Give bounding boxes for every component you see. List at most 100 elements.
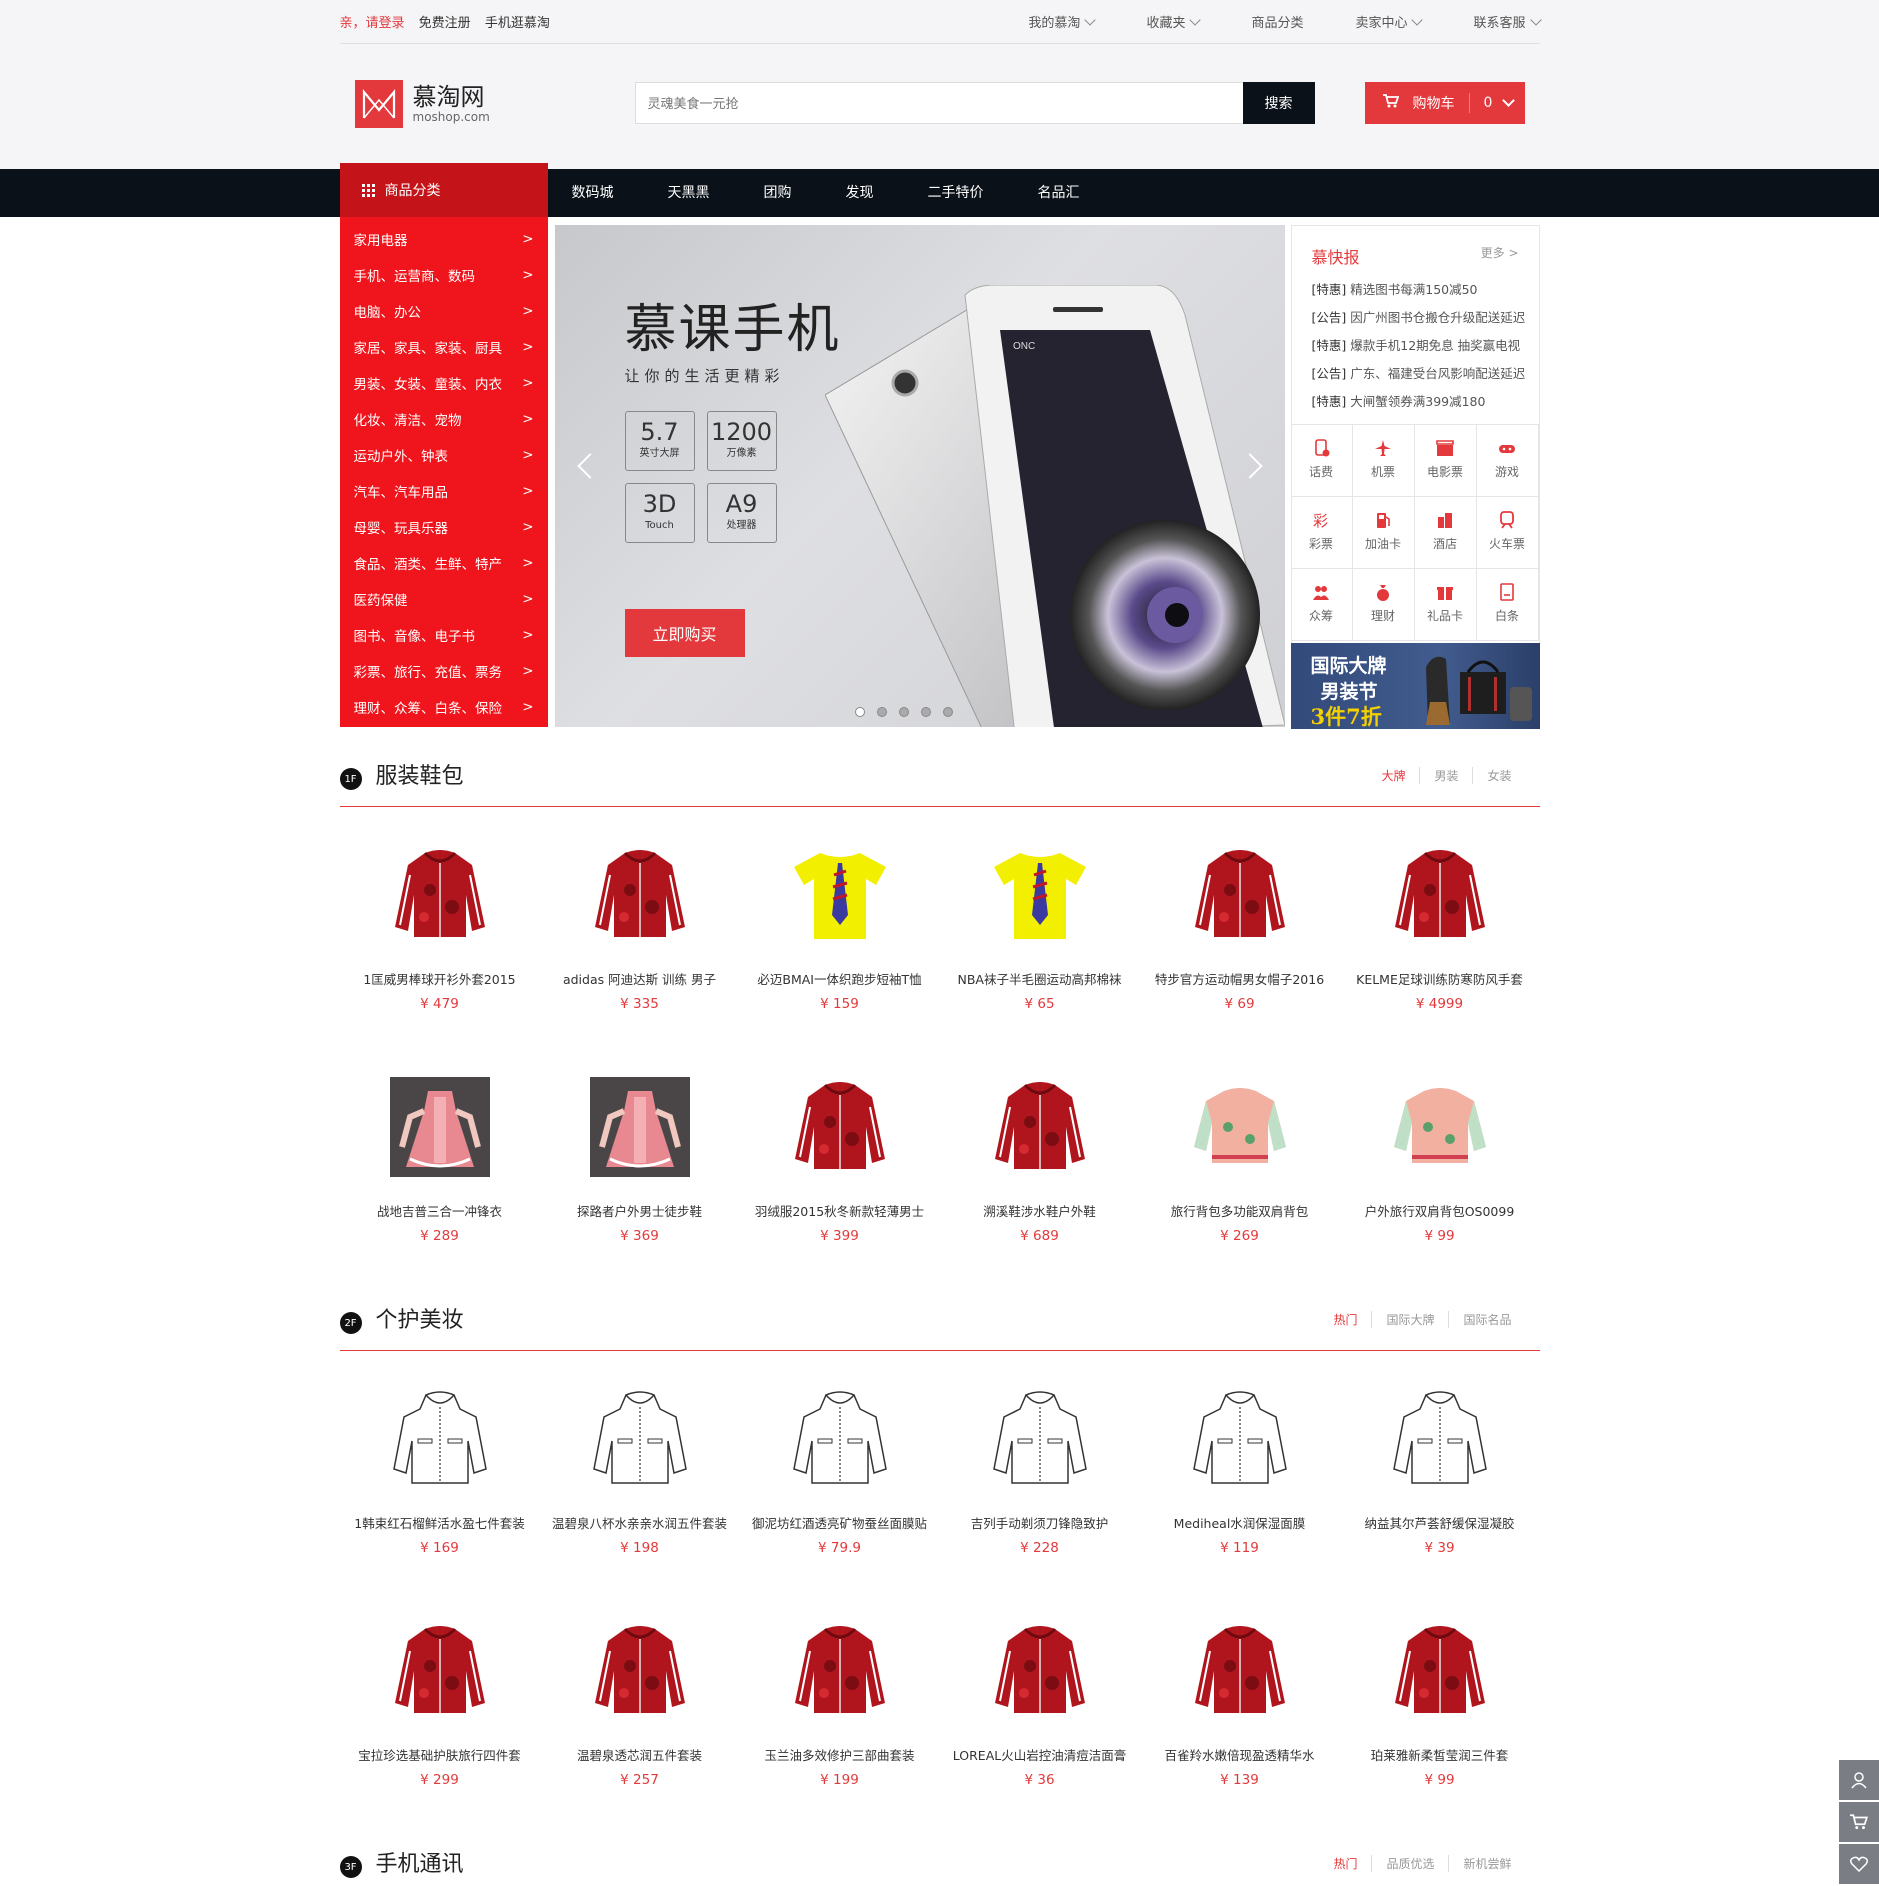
category-menu-header[interactable]: 商品分类 xyxy=(339,163,548,217)
category-item[interactable]: 化妆、清洁、宠物 > xyxy=(340,401,548,437)
product-card[interactable]: 必迈BMAI一体织跑步短袖T恤 ¥ 159 xyxy=(740,807,940,1039)
top-link-seller[interactable]: 卖家中心 xyxy=(1329,12,1424,31)
product-card[interactable]: NBA袜子半毛圈运动高邦棉袜 ¥ 65 xyxy=(940,807,1140,1039)
product-image[interactable] xyxy=(1180,835,1300,955)
product-image[interactable] xyxy=(1180,1379,1300,1499)
product-image[interactable] xyxy=(580,1379,700,1499)
promo-banner[interactable]: 国际大牌 男装节 3件7折 xyxy=(1290,643,1540,729)
product-name[interactable]: Mediheal水润保湿面膜 xyxy=(1140,1513,1340,1532)
category-item[interactable]: 理财、众筹、白条、保险 > xyxy=(340,689,548,725)
top-link-my-account[interactable]: 我的慕淘 xyxy=(1002,12,1097,31)
product-card[interactable]: 旅行背包多功能双肩背包 ¥ 269 xyxy=(1140,1039,1340,1271)
search-button[interactable]: 搜索 xyxy=(1242,82,1315,124)
product-name[interactable]: LOREAL火山岩控油清痘洁面膏 xyxy=(940,1745,1140,1764)
carousel-prev-icon[interactable] xyxy=(576,453,603,479)
product-image[interactable] xyxy=(1380,1067,1500,1187)
product-name[interactable]: 户外旅行双肩背包OS0099 xyxy=(1340,1201,1540,1220)
user-icon[interactable] xyxy=(1839,1760,1879,1800)
product-name[interactable]: 百雀羚水嫩倍现盈透精华水 xyxy=(1140,1745,1340,1764)
product-image[interactable] xyxy=(980,835,1100,955)
category-item[interactable]: 家居、家具、家装、厨具 > xyxy=(340,329,548,365)
product-image[interactable] xyxy=(1380,835,1500,955)
product-name[interactable]: 1匡威男棒球开衫外套2015 xyxy=(340,969,540,988)
product-image[interactable] xyxy=(780,1067,900,1187)
floor-tab[interactable]: 大牌 xyxy=(1367,767,1419,784)
product-card[interactable]: Mediheal水润保湿面膜 ¥ 119 xyxy=(1140,1351,1340,1583)
cart-icon[interactable] xyxy=(1839,1802,1879,1842)
cart-button[interactable]: 购物车 0 xyxy=(1364,82,1525,124)
news-item[interactable]: [公告] 广东、福建受台风影响配送延迟 xyxy=(1292,360,1539,388)
nav-item[interactable]: 天黑黑 xyxy=(668,169,710,217)
product-image[interactable] xyxy=(1180,1067,1300,1187)
news-item[interactable]: [公告] 因广州图书仓搬仓升级配送延迟 xyxy=(1292,304,1539,332)
floor-tab[interactable]: 品质优选 xyxy=(1371,1855,1448,1872)
floor-tab[interactable]: 热门 xyxy=(1319,1855,1371,1872)
product-card[interactable]: 特步官方运动帽男女帽子2016 ¥ 69 xyxy=(1140,807,1340,1039)
product-card[interactable]: 珀莱雅新柔皙莹润三件套 ¥ 99 xyxy=(1340,1583,1540,1815)
product-name[interactable]: 宝拉珍选基础护肤旅行四件套 xyxy=(340,1745,540,1764)
product-image[interactable] xyxy=(380,835,500,955)
news-item[interactable]: [特惠] 精选图书每满150减50 xyxy=(1292,276,1539,304)
category-item[interactable]: 手机、运营商、数码 > xyxy=(340,257,548,293)
service-item[interactable]: 理财 xyxy=(1352,569,1415,641)
product-card[interactable]: 宝拉珍选基础护肤旅行四件套 ¥ 299 xyxy=(340,1583,540,1815)
service-item[interactable]: 话费 xyxy=(1290,425,1353,497)
product-card[interactable]: 纳益其尔芦荟舒缓保湿凝胶 ¥ 39 xyxy=(1340,1351,1540,1583)
product-card[interactable]: 玉兰油多效修护三部曲套装 ¥ 199 xyxy=(740,1583,940,1815)
mobile-link[interactable]: 手机逛慕淘 xyxy=(485,16,550,31)
product-name[interactable]: 战地吉普三合一冲锋衣 xyxy=(340,1201,540,1220)
site-logo[interactable]: 慕淘网 moshop.com xyxy=(354,80,490,128)
carousel-dot[interactable] xyxy=(898,707,909,717)
product-card[interactable]: 1匡威男棒球开衫外套2015 ¥ 479 xyxy=(340,807,540,1039)
product-name[interactable]: 珀莱雅新柔皙莹润三件套 xyxy=(1340,1745,1540,1764)
category-item[interactable]: 汽车、汽车用品 > xyxy=(340,473,548,509)
product-name[interactable]: 温碧泉透芯润五件套装 xyxy=(540,1745,740,1764)
product-card[interactable]: 温碧泉透芯润五件套装 ¥ 257 xyxy=(540,1583,740,1815)
category-item[interactable]: 男装、女装、童装、内衣 > xyxy=(340,365,548,401)
search-input[interactable] xyxy=(634,82,1243,124)
product-name[interactable]: 必迈BMAI一体织跑步短袖T恤 xyxy=(740,969,940,988)
product-image[interactable] xyxy=(980,1611,1100,1731)
service-item[interactable]: 电影票 xyxy=(1414,425,1477,497)
service-item[interactable]: 机票 xyxy=(1352,425,1415,497)
product-card[interactable]: 百雀羚水嫩倍现盈透精华水 ¥ 139 xyxy=(1140,1583,1340,1815)
category-item[interactable]: 彩票、旅行、充值、票务 > xyxy=(340,653,548,689)
login-link[interactable]: 亲，请登录 xyxy=(340,16,405,31)
product-image[interactable] xyxy=(1180,1611,1300,1731)
heart-icon[interactable] xyxy=(1839,1844,1879,1884)
top-link-support[interactable]: 联系客服 xyxy=(1447,12,1542,31)
hero-carousel[interactable]: ONC 慕课手机 让你的生活更精彩 5.7 英寸大屏 1200 万像素 3D Touc… xyxy=(554,225,1285,727)
service-item[interactable]: 礼品卡 xyxy=(1414,569,1477,641)
service-item[interactable]: 游戏 xyxy=(1476,425,1539,497)
category-item[interactable]: 运动户外、钟表 > xyxy=(340,437,548,473)
product-card[interactable]: KELME足球训练防寒防风手套 ¥ 4999 xyxy=(1340,807,1540,1039)
product-card[interactable]: 溯溪鞋涉水鞋户外鞋 ¥ 689 xyxy=(940,1039,1140,1271)
product-card[interactable]: 战地吉普三合一冲锋衣 ¥ 289 xyxy=(340,1039,540,1271)
product-card[interactable]: 户外旅行双肩背包OS0099 ¥ 99 xyxy=(1340,1039,1540,1271)
news-item[interactable]: [特惠] 大闸蟹领券满399减180 xyxy=(1292,388,1539,416)
floor-tab[interactable]: 男装 xyxy=(1419,767,1472,784)
carousel-dot[interactable] xyxy=(854,707,865,717)
product-card[interactable]: 1韩束红石榴鲜活水盈七件套装 ¥ 169 xyxy=(340,1351,540,1583)
product-image[interactable] xyxy=(780,1611,900,1731)
product-name[interactable]: NBA袜子半毛圈运动高邦棉袜 xyxy=(940,969,1140,988)
product-image[interactable] xyxy=(380,1611,500,1731)
category-item[interactable]: 食品、酒类、生鲜、特产 > xyxy=(340,545,548,581)
register-link[interactable]: 免费注册 xyxy=(419,16,471,31)
product-card[interactable]: 吉列手动剃须刀锋隐致护 ¥ 228 xyxy=(940,1351,1140,1583)
service-item[interactable]: 众筹 xyxy=(1290,569,1353,641)
product-name[interactable]: KELME足球训练防寒防风手套 xyxy=(1340,969,1540,988)
product-card[interactable]: 羽绒服2015秋冬新款轻薄男士 ¥ 399 xyxy=(740,1039,940,1271)
carousel-dot[interactable] xyxy=(876,707,887,717)
floor-tab[interactable]: 国际名品 xyxy=(1448,1311,1525,1328)
product-image[interactable] xyxy=(1380,1379,1500,1499)
product-name[interactable]: 1韩束红石榴鲜活水盈七件套装 xyxy=(340,1513,540,1532)
nav-item[interactable]: 二手特价 xyxy=(928,169,984,217)
product-name[interactable]: 羽绒服2015秋冬新款轻薄男士 xyxy=(740,1201,940,1220)
product-image[interactable] xyxy=(380,1379,500,1499)
top-link-favorites[interactable]: 收藏夹 xyxy=(1120,12,1202,31)
product-name[interactable]: 探路者户外男士徒步鞋 xyxy=(540,1201,740,1220)
product-name[interactable]: 温碧泉八杯水亲亲水润五件套装 xyxy=(540,1513,740,1532)
product-name[interactable]: 特步官方运动帽男女帽子2016 xyxy=(1140,969,1340,988)
product-name[interactable]: 旅行背包多功能双肩背包 xyxy=(1140,1201,1340,1220)
